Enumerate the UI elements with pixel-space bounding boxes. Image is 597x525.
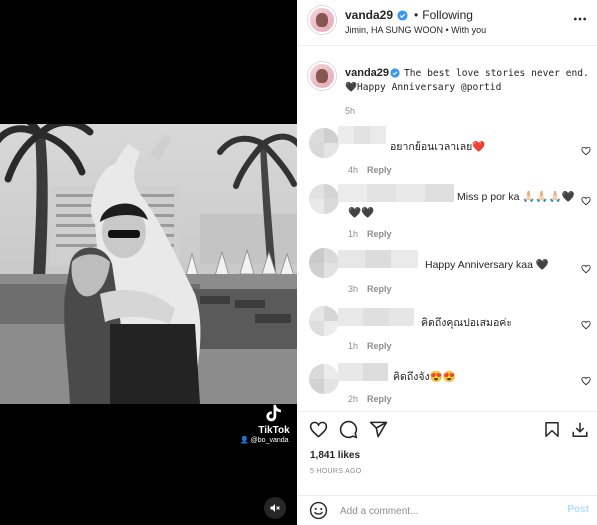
speaker-muted-icon (270, 504, 280, 512)
comment-meta: 1h Reply (348, 341, 392, 351)
add-comment-bar: Post (297, 495, 597, 525)
comments-list: อยากย้อนเวลาเลย❤️ 4h Reply Miss p por ka… (297, 118, 597, 410)
caption-line-1: The best love stories never end. (404, 68, 589, 79)
comment-text-line-2: 🖤🖤 (348, 207, 375, 219)
comment-text: Happy Anniversary kaa 🖤 (425, 259, 549, 271)
reply-button[interactable]: Reply (367, 394, 392, 404)
comment-meta: 3h Reply (348, 284, 392, 294)
caption-line-2: 🖤Happy Anniversary @portid (345, 82, 502, 93)
commenter-avatar[interactable] (309, 306, 339, 336)
tiktok-icon (266, 404, 281, 422)
post-age: 5 HOURS AGO (310, 468, 362, 475)
post-header: vanda29 • Following Jimin, HA SUNG WOON … (297, 0, 597, 46)
share-send-icon[interactable] (369, 420, 388, 439)
tiktok-watermark: TikTok (252, 402, 296, 436)
post-photo (0, 124, 297, 404)
commenter-avatar[interactable] (309, 364, 339, 394)
username-link[interactable]: vanda29 (345, 8, 393, 22)
comment-text: Miss p por ka 🙏🏻🙏🏻🙏🏻🖤 (457, 191, 575, 203)
commenter-avatar[interactable] (309, 128, 339, 158)
separator-dot: • (414, 8, 419, 22)
tiktok-brand-text: TikTok (258, 425, 290, 436)
avatar[interactable] (308, 62, 336, 90)
comment-time: 4h (348, 165, 359, 175)
reply-button[interactable]: Reply (367, 341, 392, 351)
blurred-username[interactable] (338, 184, 454, 202)
reply-button[interactable]: Reply (367, 229, 392, 239)
like-comment-heart-icon[interactable] (581, 376, 591, 386)
more-horizontal-icon (573, 17, 587, 21)
more-options-button[interactable] (573, 12, 587, 31)
comment-text: คิดถึงคุณปอเสมอค่ะ (421, 317, 512, 329)
comment-time: 2h (348, 394, 359, 404)
caption-timestamp: 5h (345, 106, 356, 116)
post-actions: 1,841 likes 5 HOURS AGO (297, 411, 597, 499)
comment-bubble-icon[interactable] (339, 420, 358, 439)
verified-badge-icon (397, 9, 408, 21)
comment-time: 3h (348, 284, 359, 294)
comment-meta: 1h Reply (348, 229, 392, 239)
comment-time: 1h (348, 341, 359, 351)
person-icon: 👤 (240, 437, 249, 444)
blurred-username[interactable] (338, 250, 418, 268)
blurred-username[interactable] (338, 126, 386, 144)
likes-count[interactable]: 1,841 likes (310, 450, 360, 461)
commenter-avatar[interactable] (309, 184, 339, 214)
like-comment-heart-icon[interactable] (581, 146, 591, 156)
avatar[interactable] (308, 6, 336, 34)
comment-text: คิดถึงจัง😍😍 (393, 371, 456, 383)
reply-button[interactable]: Reply (367, 165, 392, 175)
like-heart-icon[interactable] (309, 420, 328, 439)
tiktok-username: 👤 @bo_vanda (240, 436, 289, 444)
comment-input[interactable] (340, 503, 550, 519)
like-comment-heart-icon[interactable] (581, 320, 591, 330)
download-icon[interactable] (571, 420, 589, 439)
blurred-username[interactable] (338, 308, 414, 326)
like-comment-heart-icon[interactable] (581, 264, 591, 274)
post-comment-button[interactable]: Post (567, 504, 589, 515)
following-button[interactable]: Following (422, 8, 473, 22)
commenter-avatar[interactable] (309, 248, 339, 278)
reply-button[interactable]: Reply (367, 284, 392, 294)
caption-text: The best love stories never end. 🖤Happy … (345, 67, 590, 95)
save-bookmark-icon[interactable] (543, 420, 561, 439)
post-media[interactable]: TikTok 👤 @bo_vanda (0, 0, 297, 525)
comment-time: 1h (348, 229, 359, 239)
like-comment-heart-icon[interactable] (581, 196, 591, 206)
blurred-username[interactable] (338, 363, 388, 381)
audience-text: Jimin, HA SUNG WOON • With you (345, 25, 487, 35)
tiktok-username-text: @bo_vanda (250, 437, 289, 444)
comment-meta: 4h Reply (348, 165, 392, 175)
emoji-smiley-icon[interactable] (309, 501, 328, 520)
comment-text: อยากย้อนเวลาเลย❤️ (390, 141, 486, 153)
mute-button[interactable] (264, 497, 286, 519)
post-detail-panel: vanda29 • Following Jimin, HA SUNG WOON … (297, 0, 597, 525)
comment-meta: 2h Reply (348, 394, 392, 404)
